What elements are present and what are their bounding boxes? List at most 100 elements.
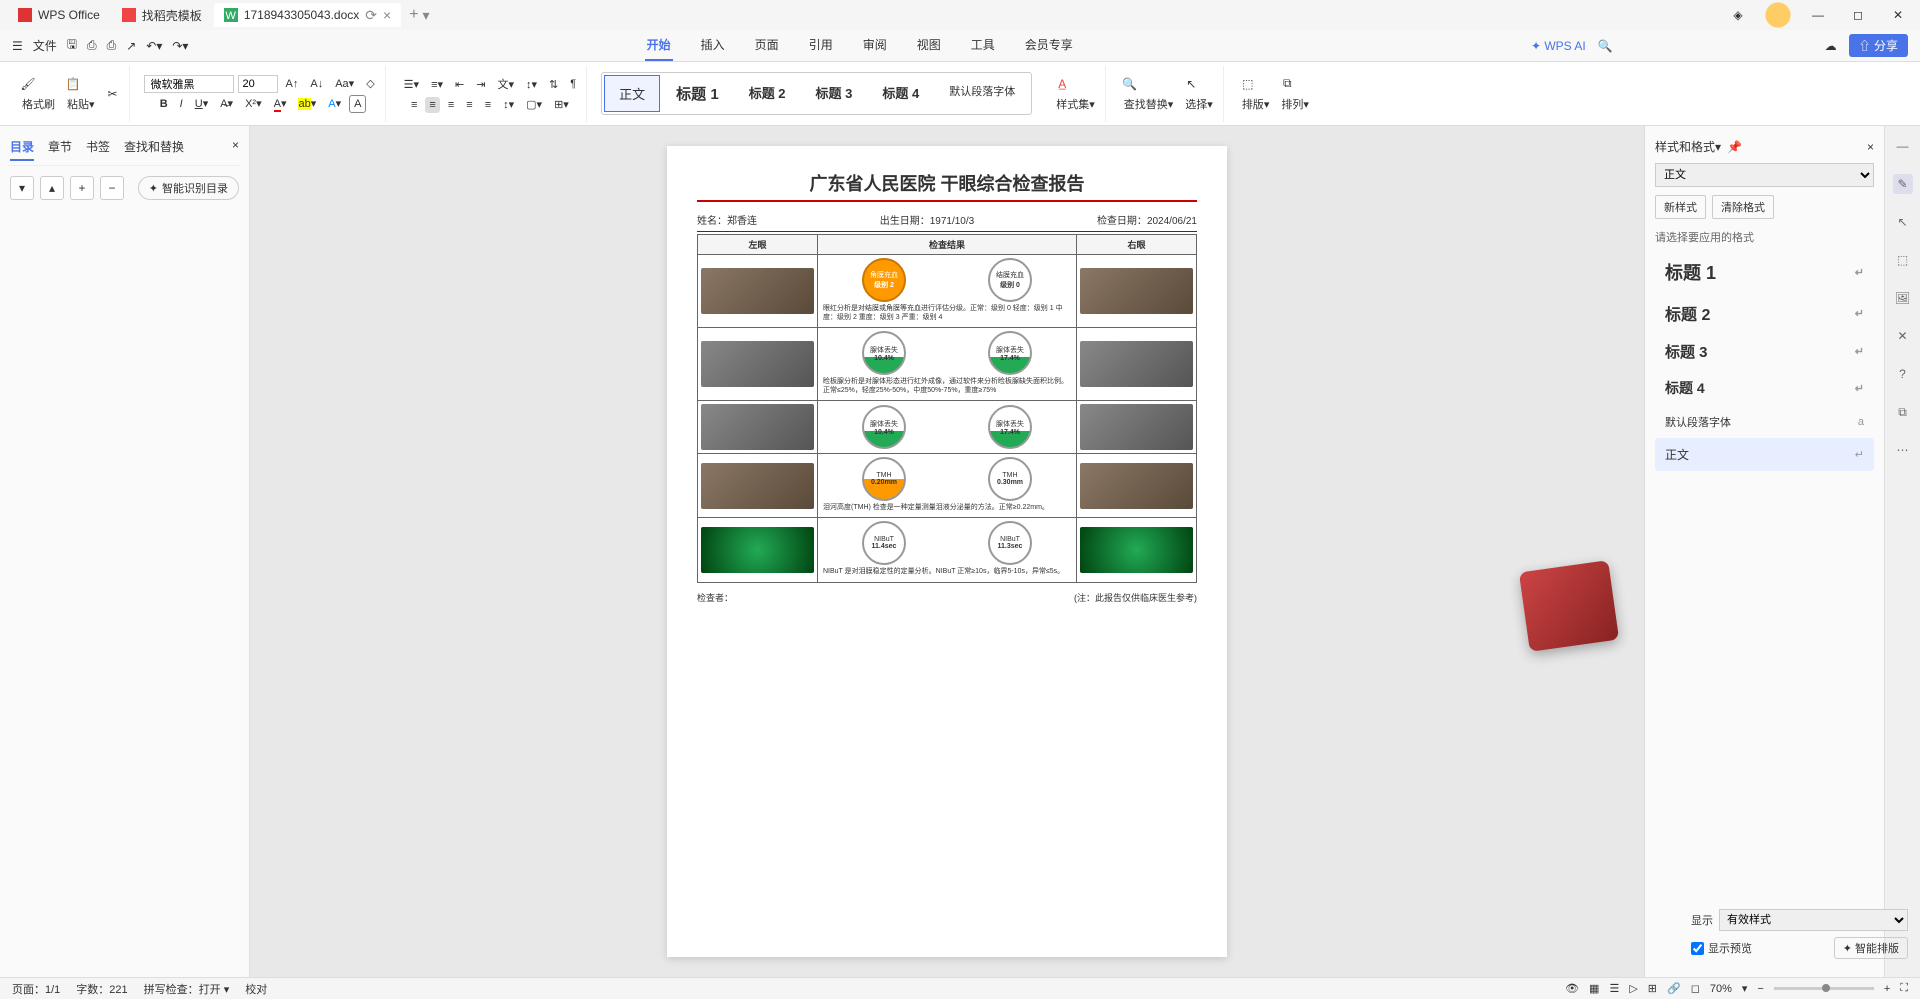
avatar-icon[interactable] bbox=[1764, 1, 1792, 29]
left-tab-chapter[interactable]: 章节 bbox=[48, 138, 72, 161]
tab-page[interactable]: 页面 bbox=[753, 30, 781, 61]
shading-icon[interactable]: ▢▾ bbox=[522, 96, 546, 113]
text-effect-icon[interactable]: A▾ bbox=[324, 95, 345, 112]
cut-icon[interactable]: ✂ bbox=[103, 84, 123, 104]
tab-start[interactable]: 开始 bbox=[645, 30, 673, 61]
zoom-value[interactable]: 70% bbox=[1710, 983, 1732, 995]
view-read-icon[interactable]: ▷ bbox=[1629, 982, 1637, 995]
decrease-indent-icon[interactable]: ⇤ bbox=[451, 76, 468, 93]
floating-game-widget[interactable] bbox=[1519, 560, 1619, 652]
layout-label[interactable]: 排版▾ bbox=[1238, 94, 1274, 114]
tab-menu-dropdown[interactable]: ▾ bbox=[423, 7, 430, 24]
print-preview-icon[interactable]: ⎙ bbox=[107, 38, 117, 53]
tab-tools[interactable]: 工具 bbox=[969, 30, 997, 61]
align-left-icon[interactable]: ≡ bbox=[407, 97, 421, 113]
style-list-h3[interactable]: 标题 3↵ bbox=[1655, 333, 1874, 370]
outline-add[interactable]: + bbox=[70, 176, 94, 200]
smart-outline-button[interactable]: ✦ 智能识别目录 bbox=[138, 176, 239, 200]
paste-icon[interactable]: 📋 bbox=[63, 74, 83, 94]
style-list-default-para[interactable]: 默认段落字体a bbox=[1655, 406, 1874, 438]
edit-tool-icon[interactable]: ✎ bbox=[1893, 174, 1913, 194]
style-list-h4[interactable]: 标题 4↵ bbox=[1655, 370, 1874, 406]
layers-icon[interactable]: ⧉ bbox=[1893, 402, 1913, 422]
line-spacing-icon[interactable]: ↕▾ bbox=[522, 76, 541, 93]
zoom-in-icon[interactable]: + bbox=[1884, 983, 1890, 995]
sync-icon[interactable]: ⟳ bbox=[365, 7, 377, 24]
change-case-icon[interactable]: Aa▾ bbox=[331, 75, 358, 92]
strike-icon[interactable]: A̶▾ bbox=[216, 95, 237, 112]
clear-format-button[interactable]: 清除格式 bbox=[1712, 195, 1774, 219]
zoom-out-icon[interactable]: − bbox=[1757, 983, 1763, 995]
distribute-icon[interactable]: ≡ bbox=[481, 97, 495, 113]
font-select[interactable] bbox=[144, 75, 234, 93]
left-tab-bookmark[interactable]: 书签 bbox=[86, 138, 110, 161]
size-select[interactable] bbox=[238, 75, 278, 93]
bullets-icon[interactable]: ☰▾ bbox=[400, 76, 423, 93]
tab-review[interactable]: 审阅 bbox=[861, 30, 889, 61]
find-icon[interactable]: 🔍 bbox=[1120, 74, 1140, 94]
show-marks-icon[interactable]: ¶ bbox=[566, 76, 580, 92]
new-tab-button[interactable]: + bbox=[409, 6, 418, 24]
left-tab-find[interactable]: 查找和替换 bbox=[124, 138, 184, 161]
word-count[interactable]: 字数：221 bbox=[76, 981, 127, 997]
text-direction-icon[interactable]: 文▾ bbox=[493, 74, 518, 94]
view-web-icon[interactable]: ⊞ bbox=[1648, 982, 1657, 995]
settings-tool-icon[interactable]: ✕ bbox=[1893, 326, 1913, 346]
select-tool-icon[interactable]: ↖ bbox=[1893, 212, 1913, 232]
style-body[interactable]: 正文 bbox=[604, 75, 660, 112]
right-panel-close-icon[interactable]: × bbox=[1867, 140, 1874, 154]
pin-icon[interactable]: 📌 bbox=[1727, 140, 1742, 154]
more-icon[interactable]: ⋯ bbox=[1893, 440, 1913, 460]
decrease-font-icon[interactable]: A↓ bbox=[306, 76, 327, 92]
style-list-h2[interactable]: 标题 2↵ bbox=[1655, 293, 1874, 333]
preview-checkbox[interactable] bbox=[1691, 942, 1704, 955]
view-outline-icon[interactable]: ☰ bbox=[1609, 982, 1619, 995]
increase-font-icon[interactable]: A↑ bbox=[282, 76, 303, 92]
select-label[interactable]: 选择▾ bbox=[1181, 94, 1217, 114]
redo-icon[interactable]: ↷▾ bbox=[172, 39, 188, 53]
save-icon[interactable]: 🖫 bbox=[67, 35, 77, 56]
paragraph-spacing-icon[interactable]: ↕▾ bbox=[499, 96, 518, 113]
tab-template[interactable]: 找稻壳模板 bbox=[112, 3, 212, 27]
tab-view[interactable]: 视图 bbox=[915, 30, 943, 61]
view-eye-icon[interactable]: 👁 bbox=[1565, 982, 1579, 995]
outline-remove[interactable]: − bbox=[100, 176, 124, 200]
zoom-slider[interactable] bbox=[1774, 987, 1874, 990]
file-menu[interactable]: 文件 bbox=[33, 37, 57, 54]
clear-format-icon[interactable]: ◇ bbox=[362, 75, 378, 92]
increase-indent-icon[interactable]: ⇥ bbox=[472, 76, 489, 93]
find-replace-label[interactable]: 查找替换▾ bbox=[1120, 94, 1178, 114]
style-list-body[interactable]: 正文↵ bbox=[1655, 438, 1874, 471]
tab-document[interactable]: W 1718943305043.docx ⟳ × bbox=[214, 3, 401, 27]
view-window-icon[interactable]: ◻ bbox=[1691, 982, 1700, 995]
image-tool-icon[interactable]: 🖼 bbox=[1893, 288, 1913, 308]
cube-icon[interactable]: ◈ bbox=[1724, 1, 1752, 29]
export-icon[interactable]: ↗ bbox=[126, 39, 136, 53]
style-h2[interactable]: 标题 2 bbox=[735, 75, 800, 112]
share-button[interactable]: ⇧ 分享 bbox=[1849, 34, 1908, 57]
tab-app[interactable]: WPS Office bbox=[8, 3, 110, 27]
tab-insert[interactable]: 插入 bbox=[699, 30, 727, 61]
collapse-icon[interactable]: — bbox=[1893, 136, 1913, 156]
bold-icon[interactable]: B bbox=[156, 96, 172, 112]
help-icon[interactable]: ? bbox=[1893, 364, 1913, 384]
outline-dropdown[interactable]: ▾ bbox=[10, 176, 34, 200]
smart-layout-button[interactable]: ✦ 智能排版 bbox=[1834, 937, 1908, 959]
hamburger-icon[interactable]: ☰ bbox=[12, 39, 23, 53]
print-icon[interactable]: ⎙ bbox=[87, 38, 97, 53]
outline-up[interactable]: ▴ bbox=[40, 176, 64, 200]
font-box-icon[interactable]: A bbox=[349, 95, 366, 113]
cloud-icon[interactable]: ☁ bbox=[1825, 39, 1837, 53]
align-justify-icon[interactable]: ≡ bbox=[462, 97, 476, 113]
page-count[interactable]: 页面：1/1 bbox=[12, 981, 60, 997]
minimize-button[interactable]: — bbox=[1804, 1, 1832, 29]
proofread-status[interactable]: 校对 bbox=[245, 981, 267, 997]
left-tab-outline[interactable]: 目录 bbox=[10, 138, 34, 161]
show-select[interactable]: 有效样式 bbox=[1719, 909, 1908, 931]
tab-close-icon[interactable]: × bbox=[383, 7, 391, 23]
arrange-icon[interactable]: ⧉ bbox=[1277, 74, 1297, 94]
new-style-button[interactable]: 新样式 bbox=[1655, 195, 1706, 219]
superscript-icon[interactable]: X²▾ bbox=[241, 95, 266, 112]
font-color-icon[interactable]: A▾ bbox=[270, 95, 291, 112]
view-link-icon[interactable]: 🔗 bbox=[1667, 982, 1681, 995]
